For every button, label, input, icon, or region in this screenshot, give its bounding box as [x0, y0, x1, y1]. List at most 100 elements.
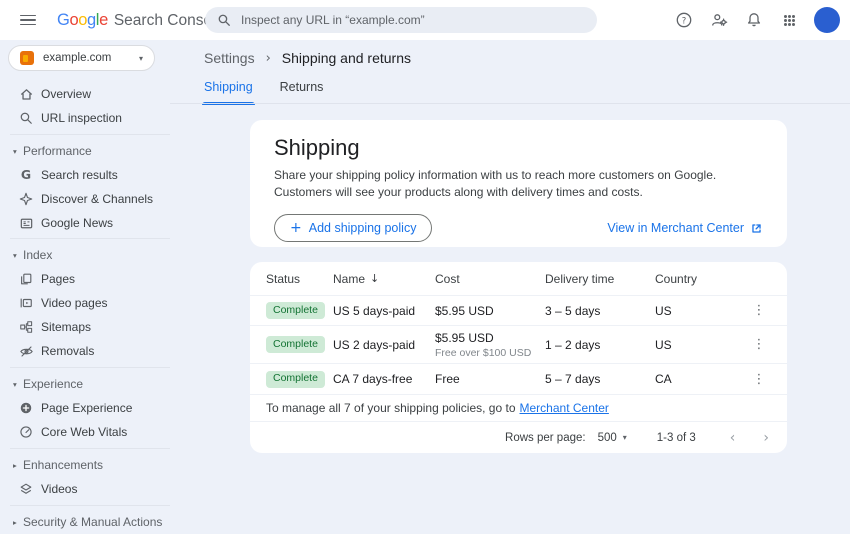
caret-right-icon: ▸ — [13, 518, 23, 527]
user-settings-icon[interactable] — [706, 7, 732, 33]
kebab-menu-icon[interactable]: ⋮ — [747, 338, 771, 351]
svg-text:?: ? — [682, 16, 687, 26]
caret-right-icon: ▸ — [13, 461, 23, 470]
sidebar-group-performance: ▾ Performance G Search results Discover … — [0, 139, 170, 235]
sparkle-icon — [18, 191, 34, 207]
cost-note: Free over $100 USD — [435, 347, 545, 359]
column-header-cost: Cost — [435, 272, 545, 286]
pagination-range: 1-3 of 3 — [657, 432, 696, 444]
sidebar-divider — [10, 448, 170, 449]
add-shipping-policy-button[interactable]: + Add shipping policy — [274, 214, 432, 242]
property-selector[interactable]: example.com ▾ — [8, 45, 155, 71]
search-input[interactable] — [241, 13, 585, 27]
pages-icon — [18, 271, 34, 287]
google-logo: Google — [57, 11, 108, 30]
sidebar: example.com ▾ Overview URL inspection ▾ — [0, 40, 170, 532]
avatar[interactable] — [814, 7, 840, 33]
breadcrumb-settings[interactable]: Settings — [204, 50, 255, 66]
kebab-menu-icon[interactable]: ⋮ — [747, 373, 771, 386]
sidebar-section-enhancements[interactable]: ▸ Enhancements — [0, 453, 170, 477]
sidebar-divider — [10, 367, 170, 368]
sidebar-item-removals[interactable]: Removals — [0, 339, 170, 363]
merchant-center-link[interactable]: Merchant Center — [520, 401, 609, 415]
help-icon[interactable]: ? — [671, 7, 697, 33]
sidebar-divider — [10, 134, 170, 135]
sidebar-item-search-results[interactable]: G Search results — [0, 163, 170, 187]
policy-delivery: 1 – 2 days — [545, 338, 655, 352]
sidebar-group-experience: ▾ Experience Page Experience Core Web Vi… — [0, 372, 170, 444]
sidebar-divider — [10, 238, 170, 239]
sidebar-group-index: ▾ Index Pages Video pages — [0, 243, 170, 363]
kebab-menu-icon[interactable]: ⋮ — [747, 304, 771, 317]
sidebar-section-index[interactable]: ▾ Index — [0, 243, 170, 267]
topbar-actions: ? — [671, 0, 840, 40]
search-icon — [217, 13, 231, 27]
sidebar-item-pages[interactable]: Pages — [0, 267, 170, 291]
sidebar-section-security-manual-actions[interactable]: ▸ Security & Manual Actions — [0, 510, 170, 534]
table-row: Complete US 2 days-paid $5.95 USD Free o… — [250, 325, 787, 363]
sidebar-section-experience[interactable]: ▾ Experience — [0, 372, 170, 396]
sort-descending-icon: ↓ — [370, 272, 379, 285]
shipping-actions-row: + Add shipping policy View in Merchant C… — [274, 214, 763, 242]
sidebar-item-sitemaps[interactable]: Sitemaps — [0, 315, 170, 339]
app-logo[interactable]: Google Search Console — [57, 11, 224, 30]
sitemap-tree-icon — [18, 319, 34, 335]
sidebar-section-performance[interactable]: ▾ Performance — [0, 139, 170, 163]
policy-cost: $5.95 USD — [435, 304, 545, 318]
sidebar-item-page-experience[interactable]: Page Experience — [0, 396, 170, 420]
column-header-status: Status — [266, 272, 333, 286]
chevron-down-icon: ▾ — [623, 433, 627, 442]
chevron-left-icon[interactable]: ‹ — [730, 430, 736, 446]
external-link-icon — [750, 222, 763, 235]
shipping-policies-table-card: Status Name ↓ Cost Delivery time Country… — [250, 262, 787, 453]
video-pages-icon — [18, 295, 34, 311]
sidebar-item-discover[interactable]: Discover & Channels — [0, 187, 170, 211]
sidebar-group-main: Overview URL inspection — [0, 82, 170, 130]
gauge-icon — [18, 424, 34, 440]
notifications-bell-icon[interactable] — [741, 7, 767, 33]
sidebar-divider — [10, 505, 170, 506]
table-row: Complete CA 7 days-free Free 5 – 7 days … — [250, 363, 787, 394]
main-content: Settings › Shipping and returns Shipping… — [170, 40, 850, 532]
column-header-name[interactable]: Name ↓ — [333, 272, 435, 286]
policy-name: US 5 days-paid — [333, 304, 435, 318]
sidebar-item-core-web-vitals[interactable]: Core Web Vitals — [0, 420, 170, 444]
apps-grid-icon[interactable] — [776, 7, 802, 33]
sidebar-item-video-pages[interactable]: Video pages — [0, 291, 170, 315]
page-experience-icon — [18, 400, 34, 416]
tab-returns[interactable]: Returns — [280, 80, 324, 105]
status-badge: Complete — [266, 302, 325, 319]
eye-off-icon — [18, 343, 34, 359]
policy-country: US — [655, 304, 747, 318]
table-row: Complete US 5 days-paid $5.95 USD 3 – 5 … — [250, 295, 787, 325]
hamburger-menu-icon[interactable] — [20, 12, 36, 28]
sidebar-group-security: ▸ Security & Manual Actions — [0, 510, 170, 534]
sidebar-group-enhancements: ▸ Enhancements Videos — [0, 453, 170, 501]
rows-per-page-select[interactable]: 500 ▾ — [598, 432, 627, 444]
view-in-merchant-center-link[interactable]: View in Merchant Center — [607, 221, 763, 235]
policy-name: US 2 days-paid — [333, 338, 435, 352]
google-g-icon: G — [18, 167, 34, 183]
home-icon — [18, 86, 34, 102]
chevron-right-icon[interactable]: › — [763, 430, 769, 446]
breadcrumb: Settings › Shipping and returns — [204, 50, 411, 66]
shipping-intro-card: Shipping Share your shipping policy info… — [250, 120, 787, 247]
policy-cost: Free — [435, 372, 545, 386]
plus-icon: + — [290, 220, 302, 236]
policy-name: CA 7 days-free — [333, 372, 435, 386]
sidebar-item-url-inspection[interactable]: URL inspection — [0, 106, 170, 130]
caret-down-icon: ▾ — [13, 380, 23, 389]
sidebar-item-overview[interactable]: Overview — [0, 82, 170, 106]
status-badge: Complete — [266, 371, 325, 388]
column-header-country: Country — [655, 272, 747, 286]
tab-shipping[interactable]: Shipping — [204, 80, 253, 105]
url-inspect-search-bar[interactable] — [205, 7, 597, 33]
sidebar-item-google-news[interactable]: Google News — [0, 211, 170, 235]
column-header-delivery-time: Delivery time — [545, 272, 655, 286]
policy-cost: $5.95 USD Free over $100 USD — [435, 331, 545, 359]
top-app-bar: Google Search Console ? — [0, 0, 850, 40]
sidebar-item-videos[interactable]: Videos — [0, 477, 170, 501]
tab-bar: Shipping Returns — [204, 80, 323, 105]
property-name: example.com — [43, 52, 111, 64]
chevron-down-icon: ▾ — [139, 54, 143, 63]
